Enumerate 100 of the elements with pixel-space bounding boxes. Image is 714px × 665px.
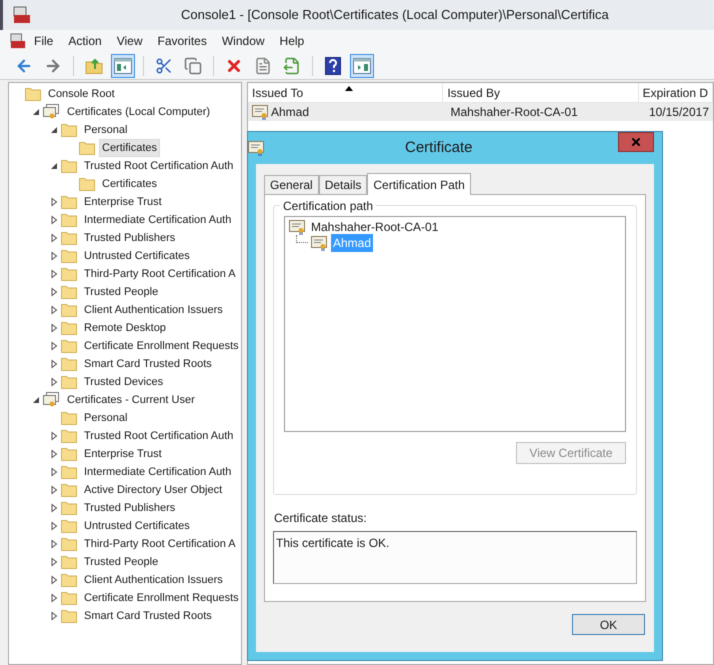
collapsed-caret-icon[interactable] <box>49 341 59 351</box>
expanded-caret-icon[interactable] <box>31 107 41 117</box>
collapsed-caret-icon[interactable] <box>49 233 59 243</box>
path-item[interactable]: Mahshaher-Root-CA-01 <box>309 218 440 236</box>
folder-icon <box>61 537 77 551</box>
column-header[interactable]: Expiration D <box>638 83 713 102</box>
tree-item[interactable]: Certificates <box>99 139 160 157</box>
tree-item[interactable]: Certificate Enrollment Requests <box>81 589 241 607</box>
folder-icon <box>61 609 77 623</box>
table-cell-text: 10/15/2017 <box>648 104 709 121</box>
tree-item[interactable]: Active Directory User Object <box>81 481 226 499</box>
folder-icon <box>61 285 77 299</box>
folder-icon <box>61 447 77 461</box>
menu-item[interactable]: Action <box>61 32 109 50</box>
collapsed-caret-icon[interactable] <box>49 269 59 279</box>
collapsed-caret-icon[interactable] <box>49 557 59 567</box>
toolbox-icon <box>13 6 31 24</box>
tree-item[interactable]: Trusted Devices <box>81 373 166 391</box>
tree-item[interactable]: Trusted Publishers <box>81 499 178 517</box>
collapsed-caret-icon[interactable] <box>49 323 59 333</box>
collapsed-caret-icon[interactable] <box>49 593 59 603</box>
expanded-caret-icon[interactable] <box>31 395 41 405</box>
tree-item[interactable]: Trusted People <box>81 283 162 301</box>
export-list-icon <box>283 56 301 74</box>
tree-item[interactable]: Trusted Root Certification Auth <box>81 427 236 445</box>
column-header[interactable]: Issued To <box>248 83 444 102</box>
collapsed-caret-icon[interactable] <box>49 449 59 459</box>
dialog-tab[interactable]: Certification Path <box>367 173 471 195</box>
tree-item[interactable]: Intermediate Certification Auth <box>81 463 234 481</box>
table-row[interactable]: Ahmad Mahshaher-Root-CA-01 10/15/2017 <box>248 103 713 121</box>
sort-arrow-icon <box>345 86 354 91</box>
cut-scissors-icon <box>155 56 173 74</box>
dialog-tab[interactable]: General <box>264 175 319 194</box>
tree-item[interactable]: Trusted Root Certification Auth <box>81 157 236 175</box>
help-icon <box>325 56 341 74</box>
forward-arrow-icon <box>44 56 62 74</box>
folder-icon <box>61 357 77 371</box>
tree-item[interactable]: Personal <box>81 121 130 139</box>
tree-item[interactable]: Untrusted Certificates <box>81 517 193 535</box>
folder-icon <box>61 213 77 227</box>
tree-item[interactable]: Certificates - Current User <box>64 391 198 409</box>
collapsed-caret-icon[interactable] <box>49 485 59 495</box>
tree-item[interactable]: Intermediate Certification Auth <box>81 211 234 229</box>
tree-item[interactable]: Personal <box>81 409 130 427</box>
collapsed-caret-icon[interactable] <box>49 503 59 513</box>
ok-button[interactable]: OK <box>572 614 645 635</box>
tree-item[interactable]: Client Authentication Issuers <box>81 301 226 319</box>
table-cell-text: Ahmad <box>271 104 310 121</box>
expanded-caret-icon[interactable] <box>49 125 59 135</box>
copy-icon <box>184 56 202 74</box>
folder-icon <box>61 123 77 137</box>
folder-icon <box>61 195 77 209</box>
collapsed-caret-icon[interactable] <box>49 287 59 297</box>
tree-item[interactable]: Smart Card Trusted Roots <box>81 355 215 373</box>
collapsed-caret-icon[interactable] <box>49 215 59 225</box>
collapsed-caret-icon[interactable] <box>49 251 59 261</box>
tree-item[interactable]: Certificate Enrollment Requests <box>81 337 241 355</box>
collapsed-caret-icon[interactable] <box>49 575 59 585</box>
menu-item[interactable]: Window <box>214 32 272 50</box>
menu-item[interactable]: Help <box>272 32 312 50</box>
column-header[interactable]: Issued By <box>443 83 639 102</box>
tree-item[interactable]: Remote Desktop <box>81 319 169 337</box>
tree-item[interactable]: Trusted People <box>81 553 162 571</box>
dialog-tab[interactable]: Details <box>318 175 368 194</box>
collapsed-caret-icon[interactable] <box>49 611 59 621</box>
menu-item[interactable]: Favorites <box>150 32 214 50</box>
certificate-store-icon <box>43 104 60 120</box>
tree-item[interactable]: Certificates <box>99 175 160 193</box>
folder-icon <box>61 591 77 605</box>
certificate-icon <box>252 104 269 120</box>
collapsed-caret-icon[interactable] <box>49 431 59 441</box>
collapsed-caret-icon[interactable] <box>49 521 59 531</box>
toolbox-icon[interactable] <box>10 33 26 49</box>
folder-icon <box>61 519 77 533</box>
collapsed-caret-icon[interactable] <box>49 377 59 387</box>
tree-item[interactable]: Certificates (Local Computer) <box>64 103 214 121</box>
tree-item[interactable]: Third-Party Root Certification A <box>81 265 239 283</box>
action-pane-icon <box>353 58 371 74</box>
tree-item[interactable]: Smart Card Trusted Roots <box>81 607 215 625</box>
collapsed-caret-icon[interactable] <box>49 305 59 315</box>
collapsed-caret-icon[interactable] <box>49 197 59 207</box>
tree-item[interactable]: Console Root <box>45 85 118 103</box>
certificate-icon <box>311 236 328 250</box>
tree-item[interactable]: Third-Party Root Certification A <box>81 535 239 553</box>
tree-item[interactable]: Enterprise Trust <box>81 445 165 463</box>
certificate-store-icon <box>43 392 60 408</box>
menu-item[interactable]: File <box>27 32 60 50</box>
collapsed-caret-icon[interactable] <box>49 539 59 549</box>
tree-item[interactable]: Trusted Publishers <box>81 229 178 247</box>
tree-item[interactable]: Untrusted Certificates <box>81 247 193 265</box>
close-button[interactable] <box>618 132 654 152</box>
tree-item[interactable]: Enterprise Trust <box>81 193 165 211</box>
tree-item[interactable]: Client Authentication Issuers <box>81 571 226 589</box>
expanded-caret-icon[interactable] <box>49 161 59 171</box>
folder-up-icon <box>85 56 103 74</box>
folder-icon <box>61 573 77 587</box>
collapsed-caret-icon[interactable] <box>49 359 59 369</box>
menu-item[interactable]: View <box>110 32 150 50</box>
folder-icon <box>61 429 77 443</box>
collapsed-caret-icon[interactable] <box>49 467 59 477</box>
